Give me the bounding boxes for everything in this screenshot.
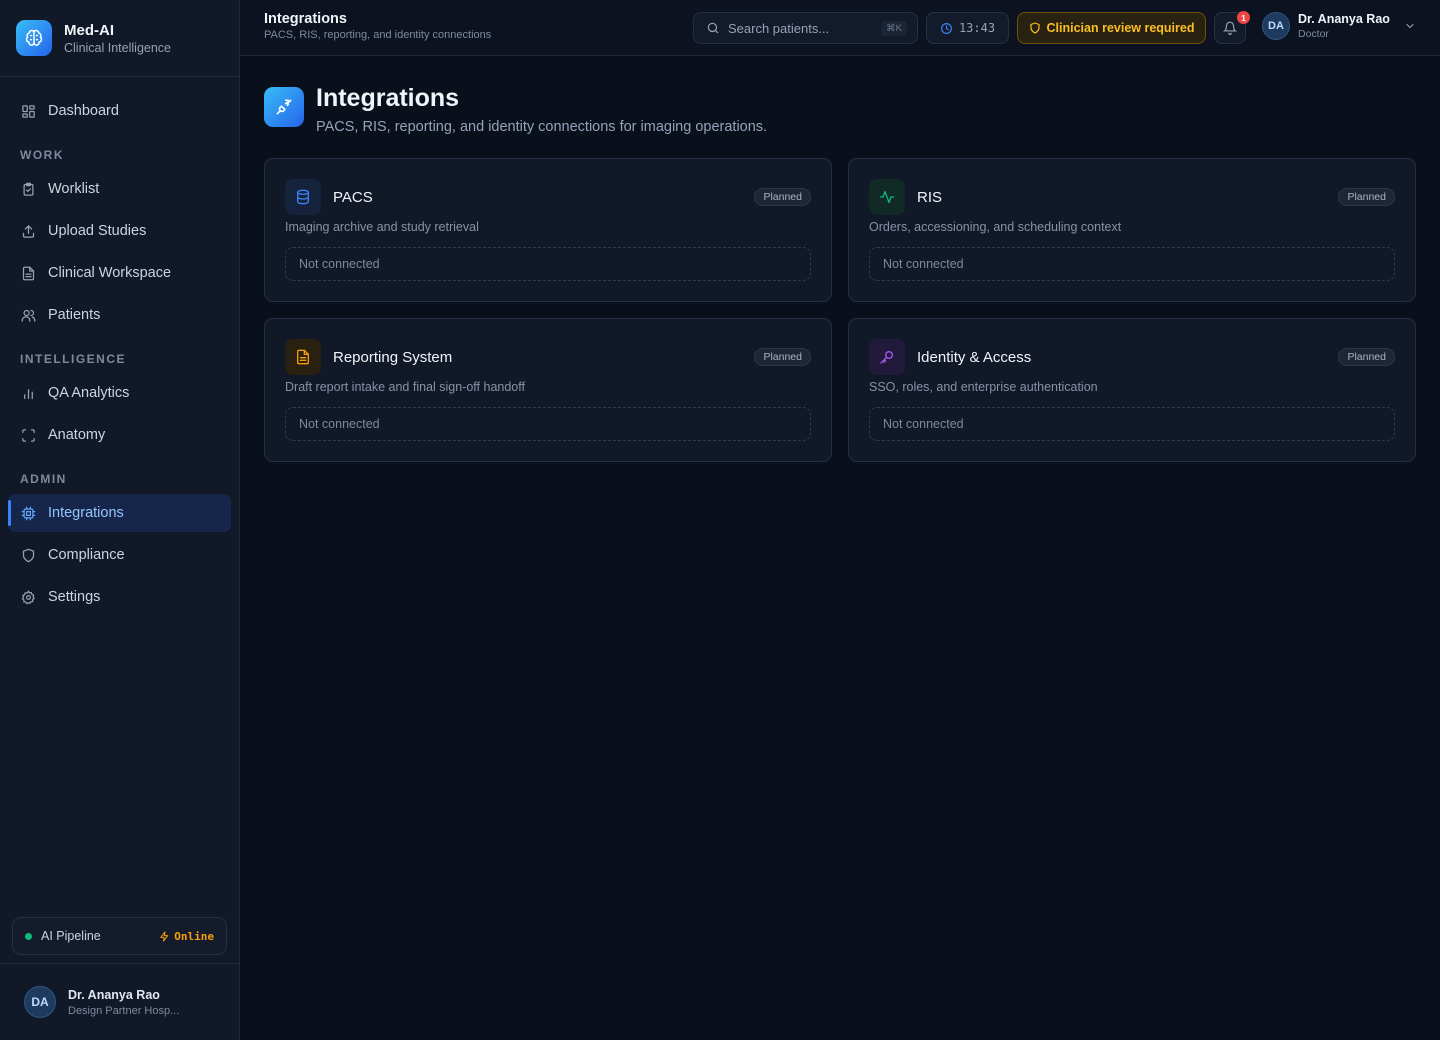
integration-card-pacs[interactable]: PACS Planned Imaging archive and study r… xyxy=(264,158,832,302)
sidebar-item-anatomy[interactable]: Anatomy xyxy=(8,416,231,454)
status-badge: Planned xyxy=(1338,348,1395,366)
search-shortcut: ⌘K xyxy=(881,20,907,36)
integration-card-identity-access[interactable]: Identity & Access Planned SSO, roles, an… xyxy=(848,318,1416,462)
sidebar-item-label: Compliance xyxy=(48,547,125,563)
key-icon xyxy=(869,339,905,375)
bell-icon xyxy=(1223,21,1237,35)
connection-status: Not connected xyxy=(869,407,1395,441)
activity-icon xyxy=(869,179,905,215)
document-icon xyxy=(285,339,321,375)
section-title-intelligence: INTELLIGENCE xyxy=(20,352,127,366)
brain-icon xyxy=(16,20,52,56)
upload-icon xyxy=(20,223,36,239)
status-badge: Planned xyxy=(754,348,811,366)
integration-description: Imaging archive and study retrieval xyxy=(285,220,479,234)
connection-status: Not connected xyxy=(869,247,1395,281)
user-menu[interactable]: DA Dr. Ananya Rao Doctor xyxy=(1262,12,1416,40)
avatar: DA xyxy=(1262,12,1290,40)
topbar-subtitle: PACS, RIS, reporting, and identity conne… xyxy=(264,29,492,41)
notification-count: 1 xyxy=(1237,11,1250,24)
review-label: Clinician review required xyxy=(1046,21,1195,35)
sidebar-item-label: Integrations xyxy=(48,505,124,521)
integration-description: Orders, accessioning, and scheduling con… xyxy=(869,220,1122,234)
sidebar-item-qa-analytics[interactable]: QA Analytics xyxy=(8,374,231,412)
connection-status: Not connected xyxy=(285,407,811,441)
clinician-review-badge[interactable]: Clinician review required xyxy=(1017,12,1206,44)
section-title-work: WORK xyxy=(20,148,64,162)
topbar-title: Integrations xyxy=(264,11,347,27)
sidebar-item-integrations[interactable]: Integrations xyxy=(8,494,231,532)
sidebar-item-label: Clinical Workspace xyxy=(48,265,172,281)
shield-icon xyxy=(1029,22,1040,34)
sidebar-item-clinical-workspace[interactable]: Clinical Workspace xyxy=(8,254,231,292)
bar-chart-icon xyxy=(20,385,36,401)
sidebar: Med-AI Clinical Intelligence Dashboard W… xyxy=(0,0,240,1040)
sidebar-item-dashboard[interactable]: Dashboard xyxy=(8,92,231,130)
sidebar-item-label: Settings xyxy=(48,589,101,605)
pipeline-status-text: Online xyxy=(174,929,214,943)
user-org: Design Partner Hosp... xyxy=(68,1004,180,1017)
page-header: Integrations PACS, RIS, reporting, and i… xyxy=(264,84,767,135)
clipboard-icon xyxy=(20,181,36,197)
status-dot xyxy=(25,932,32,940)
page-subtitle: PACS, RIS, reporting, and identity conne… xyxy=(316,119,768,135)
users-icon xyxy=(20,307,36,323)
chevron-down-icon xyxy=(1406,23,1414,29)
integration-description: Draft report intake and final sign-off h… xyxy=(285,380,525,394)
sidebar-item-settings[interactable]: Settings xyxy=(8,578,231,616)
grid-icon xyxy=(20,103,36,119)
sidebar-item-label: Dashboard xyxy=(48,103,119,119)
sidebar-item-label: Patients xyxy=(48,307,101,323)
user-role: Doctor xyxy=(1298,28,1329,40)
shield-icon xyxy=(20,547,36,563)
user-name: Dr. Ananya Rao xyxy=(68,987,160,1002)
sidebar-item-label: QA Analytics xyxy=(48,385,130,401)
notifications-button[interactable]: 1 xyxy=(1214,11,1250,44)
search-input[interactable]: Search patients... ⌘K xyxy=(693,12,918,44)
integration-name: PACS xyxy=(333,189,373,206)
sidebar-item-patients[interactable]: Patients xyxy=(8,296,231,334)
database-icon xyxy=(285,179,321,215)
page-title: Integrations xyxy=(316,84,460,112)
sidebar-item-compliance[interactable]: Compliance xyxy=(8,536,231,574)
sidebar-user[interactable]: DA Dr. Ananya Rao Design Partner Hosp... xyxy=(0,963,239,1040)
clock: 13:43 xyxy=(926,12,1009,44)
status-badge: Planned xyxy=(1338,188,1395,206)
search-icon xyxy=(707,22,719,34)
connection-status: Not connected xyxy=(285,247,811,281)
clock-time: 13:43 xyxy=(958,21,996,35)
sidebar-item-label: Worklist xyxy=(48,181,100,197)
cpu-icon xyxy=(20,505,36,521)
ai-pipeline-status[interactable]: AI Pipeline Online xyxy=(12,917,227,955)
brand-name: Med-AI xyxy=(64,21,114,39)
integration-card-reporting-system[interactable]: Reporting System Planned Draft report in… xyxy=(264,318,832,462)
file-icon xyxy=(20,265,36,281)
user-name: Dr. Ananya Rao xyxy=(1298,12,1390,26)
pipeline-label: AI Pipeline xyxy=(41,929,101,943)
sidebar-item-worklist[interactable]: Worklist xyxy=(8,170,231,208)
integration-name: Reporting System xyxy=(333,349,453,366)
scan-icon xyxy=(20,427,36,443)
clock-icon xyxy=(940,22,952,34)
sidebar-item-label: Upload Studies xyxy=(48,223,147,239)
sidebar-item-upload-studies[interactable]: Upload Studies xyxy=(8,212,231,250)
status-badge: Planned xyxy=(754,188,811,206)
integration-name: Identity & Access xyxy=(917,349,1032,366)
bolt-icon xyxy=(160,930,169,942)
sidebar-item-label: Anatomy xyxy=(48,427,106,443)
avatar: DA xyxy=(24,986,56,1018)
topbar: Integrations PACS, RIS, reporting, and i… xyxy=(240,0,1440,56)
integration-description: SSO, roles, and enterprise authenticatio… xyxy=(869,380,1098,394)
search-placeholder: Search patients... xyxy=(728,20,830,36)
integration-card-ris[interactable]: RIS Planned Orders, accessioning, and sc… xyxy=(848,158,1416,302)
pipeline-status: Online xyxy=(159,930,214,943)
brand-subtitle: Clinical Intelligence xyxy=(64,40,172,55)
integration-name: RIS xyxy=(917,189,943,206)
section-title-admin: ADMIN xyxy=(20,472,67,486)
sidebar-nav: Dashboard WORK Worklist Upload Studies C… xyxy=(0,77,239,616)
brand[interactable]: Med-AI Clinical Intelligence xyxy=(0,0,239,77)
gear-icon xyxy=(20,589,36,605)
plug-icon xyxy=(264,87,304,127)
